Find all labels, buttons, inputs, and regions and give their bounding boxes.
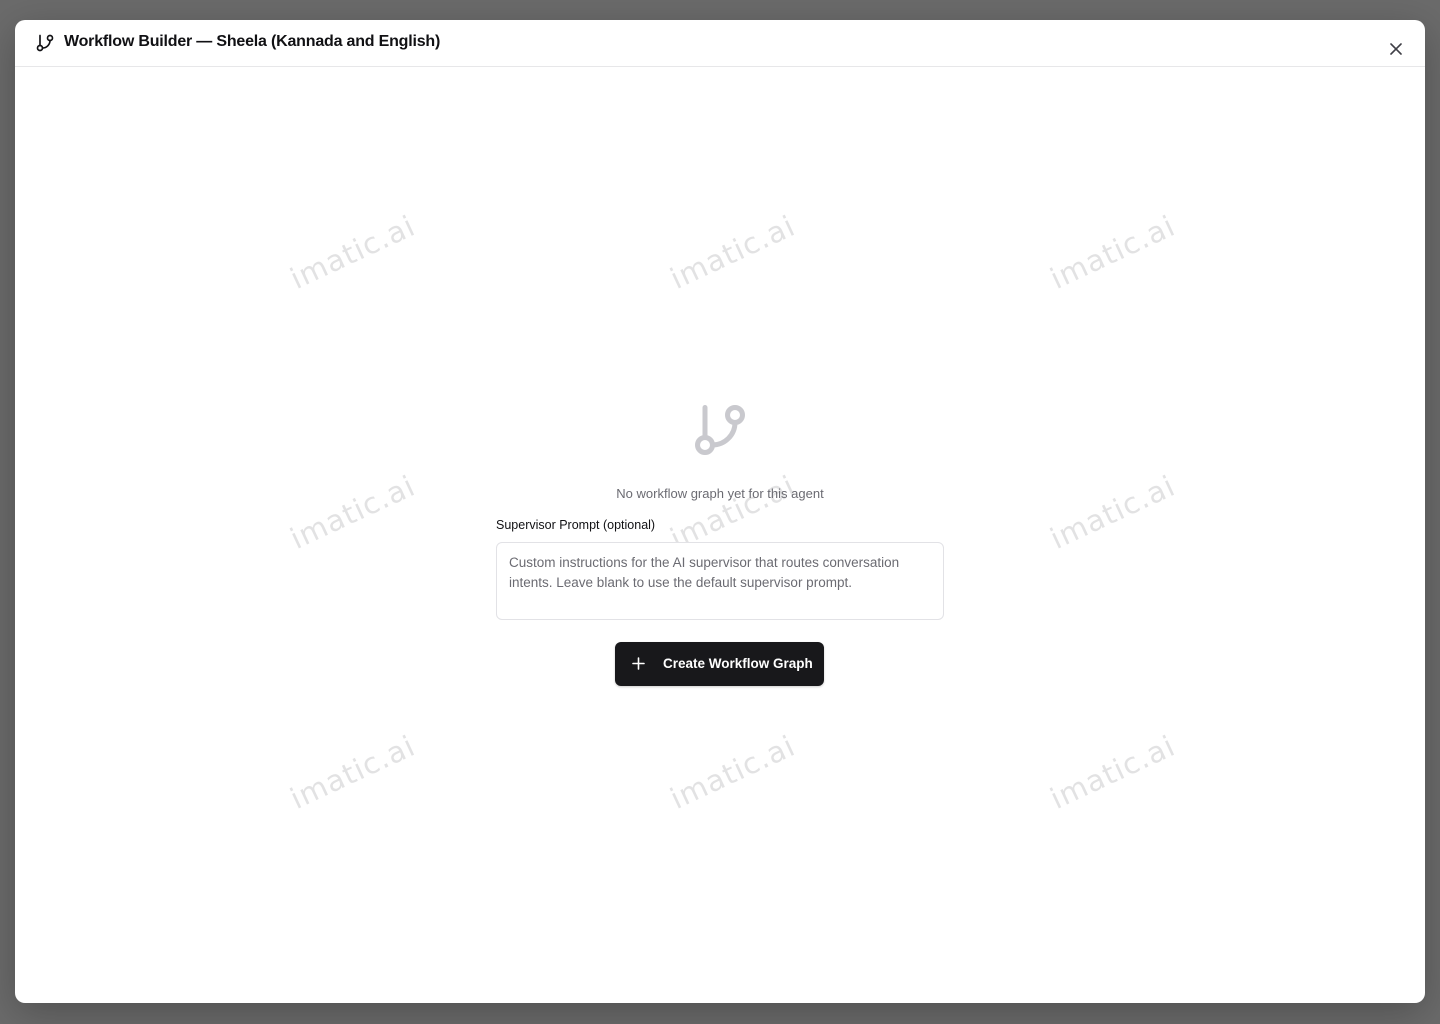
git-branch-icon: [695, 405, 745, 455]
supervisor-prompt-field: Supervisor Prompt (optional): [496, 518, 944, 625]
watermark: imatic.ai: [1045, 208, 1181, 296]
supervisor-prompt-input[interactable]: [496, 542, 944, 620]
create-workflow-graph-label: Create Workflow Graph: [663, 656, 813, 671]
watermark: imatic.ai: [285, 728, 421, 816]
create-workflow-graph-button[interactable]: Create Workflow Graph: [615, 642, 824, 686]
supervisor-prompt-label: Supervisor Prompt (optional): [496, 518, 656, 532]
watermark: imatic.ai: [665, 728, 801, 816]
plus-icon: [632, 657, 645, 670]
dialog-title: Workflow Builder — Sheela (Kannada and E…: [64, 33, 441, 50]
watermark: imatic.ai: [1045, 728, 1181, 816]
dialog-header: Workflow Builder — Sheela (Kannada and E…: [15, 20, 1425, 67]
git-branch-icon: [36, 34, 54, 52]
close-icon[interactable]: [1389, 42, 1403, 56]
watermark: imatic.ai: [665, 208, 801, 296]
workflow-builder-dialog: Workflow Builder — Sheela (Kannada and E…: [15, 20, 1425, 1003]
watermark: imatic.ai: [285, 208, 421, 296]
empty-state: No workflow graph yet for this agent: [15, 400, 1425, 501]
empty-state-message: No workflow graph yet for this agent: [616, 486, 824, 501]
